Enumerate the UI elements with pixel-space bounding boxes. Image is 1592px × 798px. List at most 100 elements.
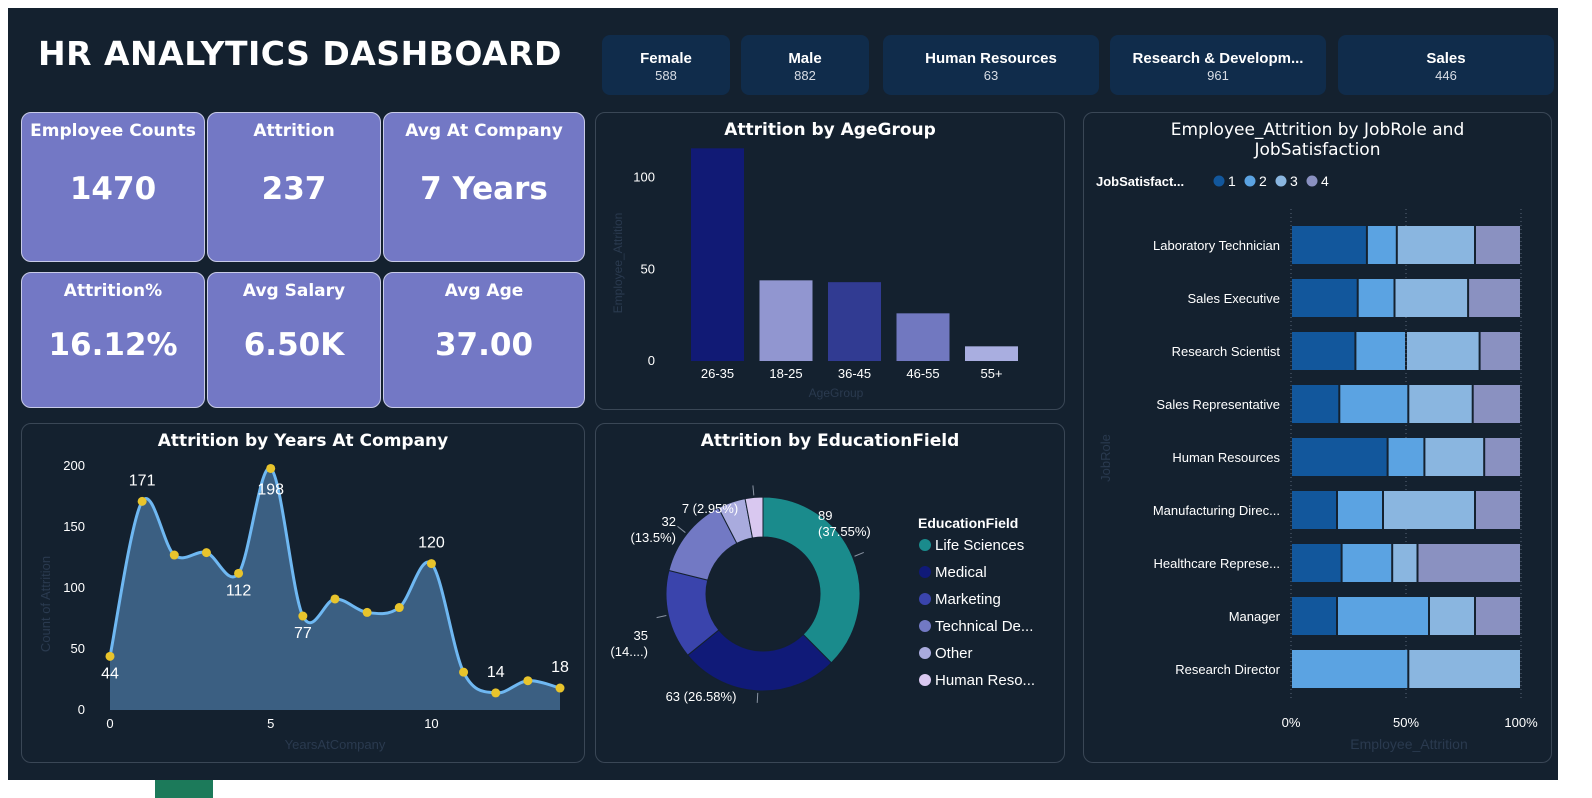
data-label: 14 — [487, 664, 505, 681]
y-tick-label: 150 — [63, 519, 85, 534]
data-point-1 — [137, 496, 147, 506]
data-point-0 — [105, 651, 115, 661]
bar-segment — [1409, 385, 1472, 423]
bar-segment — [1384, 491, 1474, 529]
kpi-avg-at-company: Avg At Company 7 Years — [383, 112, 585, 262]
x-axis-title: Employee_Attrition — [1350, 736, 1468, 752]
bar-18-25 — [759, 280, 813, 361]
bar-segment — [1485, 438, 1520, 476]
x-tick-label: 50% — [1393, 715, 1419, 730]
bar-segment — [1338, 491, 1382, 529]
kpi-value: 16.12% — [48, 327, 178, 363]
legend-title: JobSatisfact... — [1096, 174, 1184, 189]
slicer-label: Research & Developm... — [1132, 50, 1304, 67]
legend-marker — [1275, 175, 1287, 187]
kpi-label: Avg Age — [444, 281, 524, 301]
legend-marker — [919, 539, 931, 551]
y-tick-label: 50 — [71, 641, 85, 656]
slicer-label: Sales — [1426, 50, 1466, 67]
legend-marker — [919, 593, 931, 605]
slicer-research-development[interactable]: Research & Developm... 961 — [1110, 35, 1326, 95]
slicer-value: 882 — [794, 68, 816, 83]
data-label: 120 — [418, 535, 445, 552]
slice-label: (37.55%) — [818, 524, 871, 539]
kpi-value: 6.50K — [243, 327, 345, 363]
legend-item: 4 — [1321, 173, 1329, 189]
page-title: HR ANALYTICS DASHBOARD — [38, 34, 562, 73]
y-tick-label: 0 — [648, 353, 655, 368]
data-point-7 — [330, 594, 340, 604]
kpi-label: Employee Counts — [30, 121, 196, 141]
kpi-value: 37.00 — [434, 327, 534, 363]
slice-label: 63 (26.58%) — [666, 689, 737, 704]
data-label: 171 — [129, 472, 156, 489]
bar-segment — [1407, 332, 1479, 370]
legend-marker — [919, 620, 931, 632]
x-axis-title: AgeGroup — [809, 386, 864, 400]
data-label: 18 — [551, 659, 569, 676]
slicer-value: 588 — [655, 68, 677, 83]
slice-label: (13.5%) — [630, 530, 676, 545]
y-tick-label: Human Resources — [1172, 450, 1280, 465]
bar-segment — [1425, 438, 1484, 476]
legend-marker — [919, 566, 931, 578]
legend-item: 1 — [1228, 173, 1236, 189]
data-point-2 — [169, 550, 179, 560]
bar-segment — [1292, 597, 1336, 635]
kpi-value: 1470 — [69, 171, 157, 207]
y-axis-title: Employee_Attrition — [611, 213, 625, 314]
slice-label: 35 — [634, 628, 648, 643]
bar-26-35 — [691, 148, 744, 361]
agegroup-bar-chart: 0 50 100 26-35 18-25 36-45 46-55 55+ AgeGroup Emp… — [611, 148, 1018, 400]
data-point-3 — [201, 548, 211, 558]
bar-segment — [1469, 279, 1520, 317]
slice-label: 7 (2.95%) — [682, 501, 738, 516]
kpi-attrition-percent: Attrition% 16.12% — [21, 272, 205, 408]
panel-attrition-by-jobrole: Employee_Attrition by JobRole and JobSat… — [1083, 112, 1552, 763]
data-point-10 — [426, 559, 436, 569]
bar-segment — [1430, 597, 1474, 635]
legend-marker — [1213, 175, 1225, 187]
y-tick-label: 100 — [63, 580, 85, 595]
legend-title: EducationField — [918, 515, 1018, 531]
legend-item: 2 — [1259, 173, 1267, 189]
bar-segment — [1476, 226, 1520, 264]
kpi-attrition: Attrition 237 — [207, 112, 381, 262]
kpi-label: Avg At Company — [405, 121, 563, 141]
legend-marker — [919, 674, 931, 686]
slicer-human-resources[interactable]: Human Resources 63 — [883, 35, 1099, 95]
slicer-label: Male — [788, 50, 822, 67]
data-point-12 — [491, 688, 501, 698]
data-point-11 — [459, 667, 469, 677]
data-point-13 — [523, 676, 533, 686]
bar-segment — [1342, 544, 1392, 582]
legend-item: Human Reso... — [935, 672, 1035, 689]
kpi-value: 7 Years — [420, 171, 548, 207]
x-tick-label: 5 — [267, 716, 274, 731]
y-tick-label: 100 — [633, 170, 655, 185]
x-axis-title: YearsAtCompany — [285, 737, 386, 752]
slicer-female[interactable]: Female 588 — [602, 35, 730, 95]
page-tab-indicator[interactable] — [155, 780, 213, 798]
slicer-label: Female — [640, 50, 692, 67]
data-point-9 — [394, 603, 404, 613]
x-tick-label: 0% — [1282, 715, 1301, 730]
bar-segment — [1292, 544, 1341, 582]
kpi-avg-salary: Avg Salary 6.50K — [207, 272, 381, 408]
educationfield-donut-chart: 89(37.55%) 63 (26.58%) 35(14....) 32(13.5%)… — [610, 485, 1035, 704]
bar-segment — [1473, 385, 1520, 423]
legend-marker — [919, 647, 931, 659]
slicer-male[interactable]: Male 882 — [741, 35, 869, 95]
data-label: 198 — [257, 481, 284, 498]
leader-line — [677, 525, 686, 533]
slicer-sales[interactable]: Sales 446 — [1338, 35, 1554, 95]
slice-label: 89 — [818, 508, 832, 523]
slicer-value: 63 — [983, 68, 999, 83]
bar-segment — [1356, 332, 1405, 370]
slice-label: 32 — [662, 514, 676, 529]
data-label: 112 — [226, 582, 252, 599]
bar-segment — [1388, 438, 1424, 476]
x-tick-label: 26-35 — [701, 366, 734, 381]
x-tick-label: 10 — [424, 716, 438, 731]
slicer-label: Human Resources — [925, 50, 1057, 67]
